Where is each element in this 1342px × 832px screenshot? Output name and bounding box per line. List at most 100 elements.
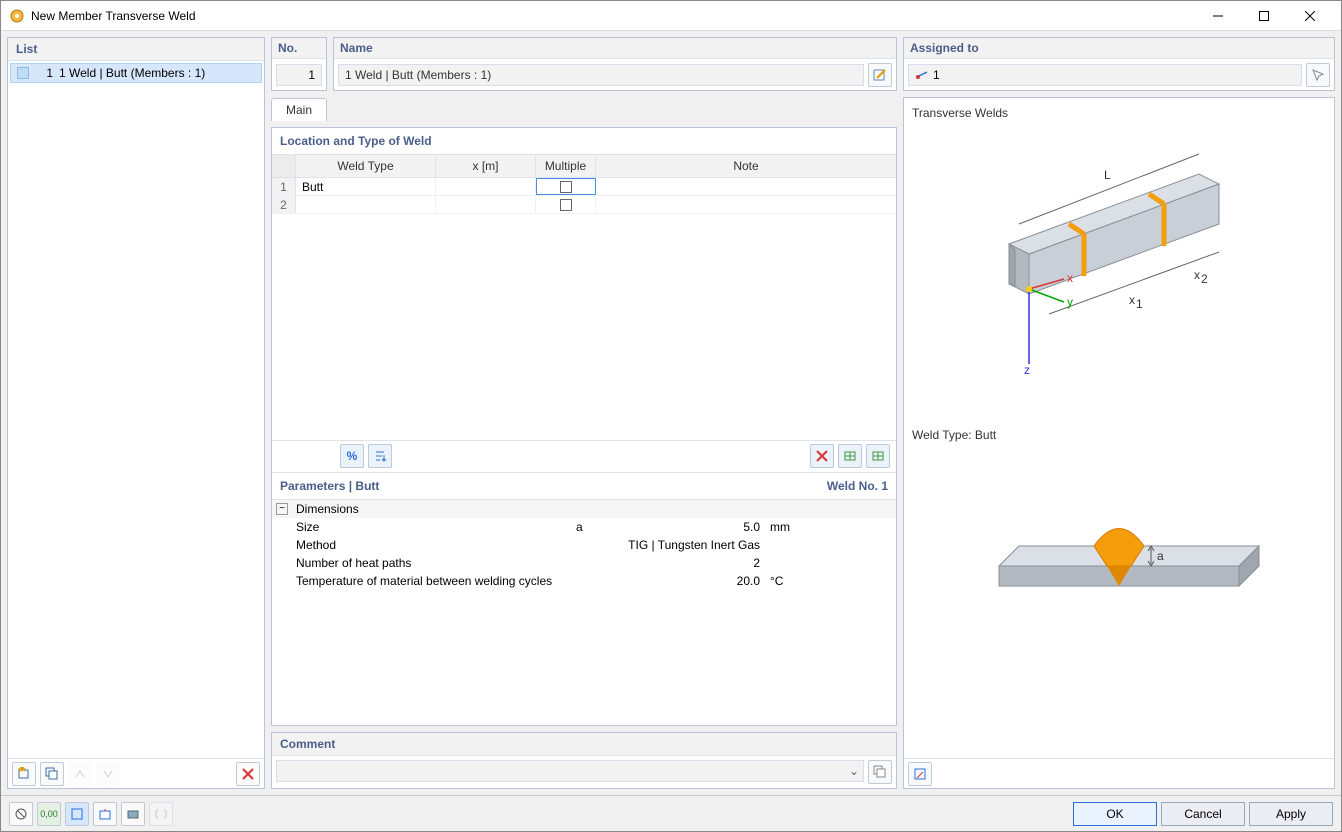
svg-text:2: 2 (1201, 272, 1208, 286)
cell-x[interactable] (436, 196, 536, 213)
table-button-2[interactable] (866, 444, 890, 468)
grid-toolbar: % (272, 440, 896, 472)
tab-main[interactable]: Main (271, 98, 327, 121)
window-title: New Member Transverse Weld (31, 9, 1195, 23)
cell-weld-type[interactable] (296, 196, 436, 213)
row-number: 2 (272, 196, 296, 213)
param-row[interactable]: Number of heat paths 2 (272, 554, 896, 572)
list-header: List (8, 38, 264, 61)
param-row[interactable]: Method TIG | Tungsten Inert Gas (272, 536, 896, 554)
cell-multiple[interactable] (536, 178, 596, 195)
list-item-number: 1 (35, 66, 53, 80)
bottom-bar: 0,00 OK Cancel Apply (1, 795, 1341, 831)
comment-input[interactable]: ⌄ (276, 760, 864, 782)
chevron-down-icon[interactable]: ⌄ (849, 764, 859, 778)
svg-text:L: L (1104, 168, 1111, 182)
svg-text:✷: ✷ (17, 767, 27, 776)
name-input[interactable]: 1 Weld | Butt (Members : 1) (338, 64, 864, 86)
apply-button[interactable]: Apply (1249, 802, 1333, 826)
view-button-1[interactable] (65, 802, 89, 826)
delete-item-button[interactable] (236, 762, 260, 786)
name-header: Name (334, 38, 896, 59)
sort-asc-button[interactable] (68, 762, 92, 786)
sort-button[interactable] (368, 444, 392, 468)
param-row[interactable]: Temperature of material between welding … (272, 572, 896, 590)
assigned-input[interactable]: 1 (908, 64, 1302, 86)
svg-text:y: y (1067, 295, 1073, 309)
name-box: Name 1 Weld | Butt (Members : 1) (333, 37, 897, 91)
checkbox-icon[interactable] (560, 181, 572, 193)
svg-text:z: z (1024, 363, 1030, 377)
param-value[interactable]: 20.0 (626, 574, 766, 588)
list-panel: List 1 1 Weld | Butt (Members : 1) ✷ (7, 37, 265, 789)
copy-item-button[interactable] (40, 762, 64, 786)
location-title: Location and Type of Weld (272, 128, 896, 154)
delete-row-button[interactable] (810, 444, 834, 468)
param-symbol: a (576, 520, 626, 534)
cell-note[interactable] (596, 178, 896, 195)
grid-corner (272, 155, 296, 177)
svg-text:a: a (1157, 549, 1164, 563)
list-item-color-icon (17, 67, 29, 79)
list-item-label: 1 Weld | Butt (Members : 1) (59, 66, 205, 80)
col-x[interactable]: x [m] (436, 155, 536, 177)
assigned-box: Assigned to 1 (903, 37, 1335, 91)
param-value[interactable]: 5.0 (626, 520, 766, 534)
cancel-button[interactable]: Cancel (1161, 802, 1245, 826)
param-unit: °C (766, 574, 816, 588)
param-label: Number of heat paths (276, 556, 576, 570)
assigned-header: Assigned to (904, 38, 1334, 59)
member-icon (915, 70, 929, 80)
view-button-3[interactable] (121, 802, 145, 826)
cell-note[interactable] (596, 196, 896, 213)
list-item[interactable]: 1 1 Weld | Butt (Members : 1) (10, 63, 262, 83)
assigned-value: 1 (933, 68, 940, 82)
view-button-2[interactable] (93, 802, 117, 826)
comment-library-button[interactable] (868, 760, 892, 784)
title-bar: New Member Transverse Weld (1, 1, 1341, 31)
group-label: Dimensions (292, 502, 592, 516)
preview-cross-section: a (912, 446, 1326, 750)
param-unit: mm (766, 520, 816, 534)
units-button[interactable]: 0,00 (37, 802, 61, 826)
cell-multiple[interactable] (536, 196, 596, 213)
no-header: No. (272, 38, 326, 59)
percent-button[interactable]: % (340, 444, 364, 468)
maximize-button[interactable] (1241, 1, 1287, 31)
sort-desc-button[interactable] (96, 762, 120, 786)
param-value[interactable]: TIG | Tungsten Inert Gas (626, 538, 766, 552)
script-button[interactable] (149, 802, 173, 826)
list-toolbar: ✷ (8, 758, 264, 788)
ok-button[interactable]: OK (1073, 802, 1157, 826)
param-group[interactable]: − Dimensions (272, 500, 896, 518)
grid-row[interactable]: 2 (272, 196, 896, 214)
grid-row[interactable]: 1 Butt (272, 178, 896, 196)
edit-name-button[interactable] (868, 63, 892, 87)
new-item-button[interactable]: ✷ (12, 762, 36, 786)
cell-x[interactable] (436, 178, 536, 195)
col-weld-type[interactable]: Weld Type (296, 155, 436, 177)
app-icon (9, 8, 25, 24)
param-row[interactable]: Size a 5.0 mm (272, 518, 896, 536)
preview-settings-button[interactable] (908, 762, 932, 786)
preview-3d: L x1 x2 x y z (912, 124, 1326, 428)
preview-toolbar (904, 758, 1334, 788)
no-value[interactable]: 1 (276, 64, 322, 86)
parameters-header: Parameters | Butt Weld No. 1 (272, 472, 896, 499)
preview-panel: Transverse Welds (903, 97, 1335, 789)
checkbox-icon[interactable] (560, 199, 572, 211)
no-box: No. 1 (271, 37, 327, 91)
close-button[interactable] (1287, 1, 1333, 31)
pick-member-button[interactable] (1306, 63, 1330, 87)
col-note[interactable]: Note (596, 155, 896, 177)
svg-text:x: x (1129, 293, 1135, 307)
collapse-icon[interactable]: − (276, 503, 288, 515)
col-multiple[interactable]: Multiple (536, 155, 596, 177)
minimize-button[interactable] (1195, 1, 1241, 31)
parameters-title: Parameters | Butt (280, 479, 827, 493)
help-button[interactable] (9, 802, 33, 826)
param-value[interactable]: 2 (626, 556, 766, 570)
parameters-body: − Dimensions Size a 5.0 mm Method TIG | … (272, 499, 896, 726)
cell-weld-type[interactable]: Butt (296, 178, 436, 195)
table-button-1[interactable] (838, 444, 862, 468)
